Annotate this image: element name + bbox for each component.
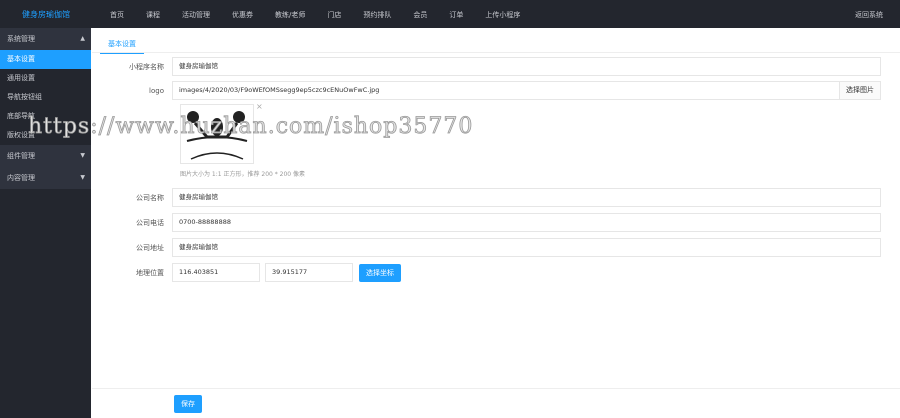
label: 公司电话 <box>136 218 164 227</box>
group-label: 系统管理 <box>7 35 35 43</box>
nav-activities[interactable]: 活动管理 <box>182 10 210 20</box>
logo-hint: 图片大小为 1:1 正方形，推荐 200 * 200 像素 <box>180 171 306 178</box>
nav-coupons[interactable]: 优惠券 <box>232 10 253 20</box>
longitude-input[interactable]: 116.403851 <box>172 263 260 282</box>
label: 公司地址 <box>136 243 164 252</box>
sidebar-group-components[interactable]: 组件管理 ▼ <box>0 145 91 167</box>
top-bar: 健身房瑜伽馆 首页 课程 活动管理 优惠券 教练/老师 门店 预约排队 会员 订… <box>0 0 900 28</box>
field-logo: logo images/4/2020/03/F9oWEfOMSsegg9ep5c… <box>92 81 881 100</box>
label: 地理位置 <box>136 268 164 277</box>
address-input[interactable]: 健身房瑜伽馆 <box>172 238 881 257</box>
choose-image-button[interactable]: 选择图片 <box>840 81 881 100</box>
field-app-name: 小程序名称 健身房瑜伽馆 <box>92 57 881 76</box>
nav-members[interactable]: 会员 <box>413 10 427 20</box>
nav-upload[interactable]: 上传小程序 <box>485 10 520 20</box>
tab-divider <box>92 52 900 53</box>
field-company: 公司名称 健身房瑜伽馆 <box>92 188 881 207</box>
group-label: 组件管理 <box>7 152 35 160</box>
nav-stores[interactable]: 门店 <box>327 10 341 20</box>
sidebar: 系统管理 ▲ 基本设置 通用设置 导航按钮组 底部导航 版权设置 组件管理 ▼ 内容… <box>0 28 91 418</box>
back-to-system[interactable]: 返回系统 <box>855 10 883 20</box>
nav-booking[interactable]: 预约排队 <box>363 10 391 20</box>
app-name-input[interactable]: 健身房瑜伽馆 <box>172 57 881 76</box>
label: 公司名称 <box>136 193 164 202</box>
phone-input[interactable]: 0700-88888888 <box>172 213 881 232</box>
brand[interactable]: 健身房瑜伽馆 <box>22 9 70 20</box>
main-content: 基本设置 小程序名称 健身房瑜伽馆 logo images/4/2020/03/… <box>92 28 900 418</box>
company-input[interactable]: 健身房瑜伽馆 <box>172 188 881 207</box>
save-button[interactable]: 保存 <box>174 395 202 413</box>
chevron-down-icon: ▼ <box>80 174 85 181</box>
footer-bar: 保存 <box>92 388 900 418</box>
sidebar-item-general[interactable]: 通用设置 <box>0 69 91 88</box>
label: 小程序名称 <box>129 62 164 71</box>
nav-orders[interactable]: 订单 <box>449 10 463 20</box>
choose-location-button[interactable]: 选择坐标 <box>359 263 401 282</box>
sidebar-item-basic[interactable]: 基本设置 <box>0 50 91 69</box>
remove-image-icon[interactable]: × <box>256 102 263 111</box>
watermark: https://www.huzhan.com/ishop35770 <box>28 114 474 140</box>
sidebar-group-content[interactable]: 内容管理 ▼ <box>0 167 91 189</box>
field-address: 公司地址 健身房瑜伽馆 <box>92 238 881 257</box>
field-location: 地理位置 116.403851 39.915177 选择坐标 <box>92 263 401 282</box>
nav-courses[interactable]: 课程 <box>146 10 160 20</box>
label: logo <box>149 86 164 95</box>
sidebar-group-system[interactable]: 系统管理 ▲ <box>0 28 91 50</box>
chevron-up-icon: ▲ <box>80 35 85 42</box>
nav-coaches[interactable]: 教练/老师 <box>275 10 305 20</box>
group-label: 内容管理 <box>7 174 35 182</box>
field-phone: 公司电话 0700-88888888 <box>92 213 881 232</box>
top-nav: 首页 课程 活动管理 优惠券 教练/老师 门店 预约排队 会员 订单 上传小程序 <box>110 10 542 20</box>
latitude-input[interactable]: 39.915177 <box>265 263 353 282</box>
nav-home[interactable]: 首页 <box>110 10 124 20</box>
chevron-down-icon: ▼ <box>80 152 85 159</box>
sidebar-item-nav-buttons[interactable]: 导航按钮组 <box>0 88 91 107</box>
logo-input[interactable]: images/4/2020/03/F9oWEfOMSsegg9ep5czc9cE… <box>172 81 840 100</box>
